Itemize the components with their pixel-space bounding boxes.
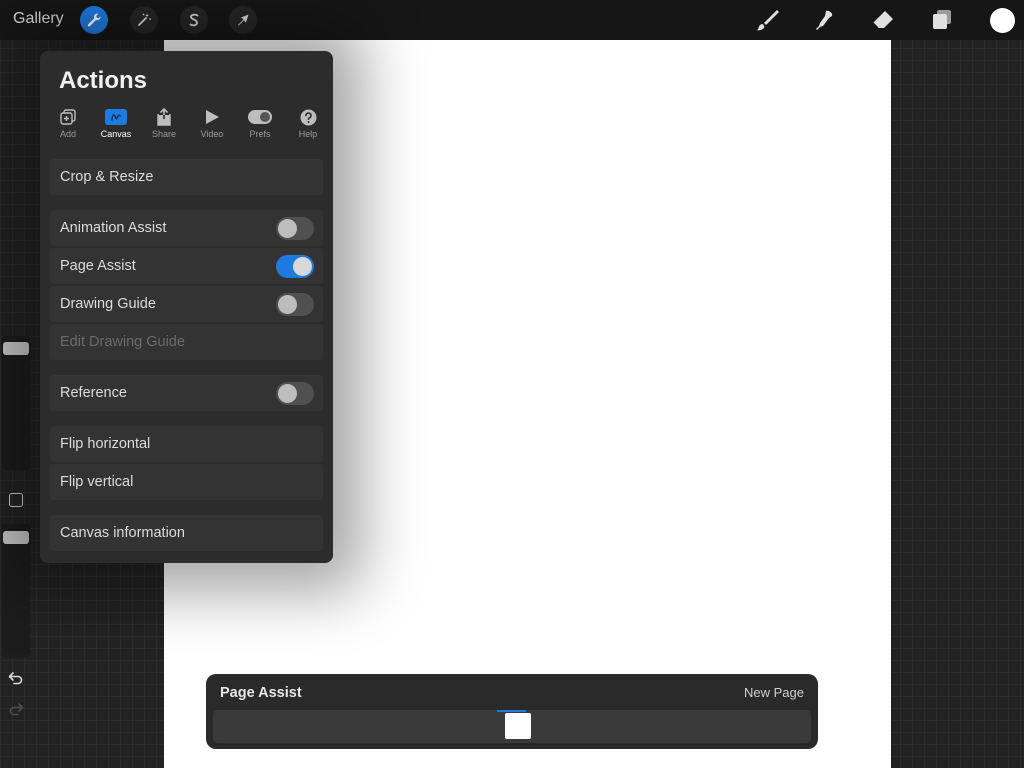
arrow-cursor-icon [238, 14, 249, 26]
redo-button[interactable] [6, 700, 26, 718]
smudge-icon [816, 10, 833, 30]
tab-help[interactable]: Help [288, 107, 328, 143]
reference-row[interactable]: Reference [50, 375, 323, 411]
crop-resize-row[interactable]: Crop & Resize [50, 159, 323, 195]
selection-s-icon [189, 13, 199, 27]
edit-drawing-guide-row: Edit Drawing Guide [50, 324, 323, 360]
opacity-thumb[interactable] [3, 531, 29, 544]
brush-size-slider[interactable] [2, 336, 30, 470]
layers-tool[interactable] [927, 6, 957, 34]
selected-page-indicator [497, 710, 526, 712]
help-icon [300, 109, 316, 125]
brush-size-thumb[interactable] [3, 342, 29, 355]
toggle-icon [248, 110, 272, 124]
eraser-icon [872, 11, 893, 29]
canvas-icon [105, 109, 127, 125]
animation-assist-toggle[interactable] [276, 217, 314, 240]
undo-button[interactable] [6, 669, 26, 687]
wrench-icon [87, 13, 101, 27]
animation-assist-row[interactable]: Animation Assist [50, 210, 323, 246]
left-sidebar [0, 40, 32, 768]
brush-tool[interactable] [752, 6, 782, 34]
selection-button[interactable] [180, 6, 208, 34]
add-icon [60, 109, 76, 125]
share-icon [157, 108, 171, 126]
drawing-guide-toggle[interactable] [276, 293, 314, 316]
actions-button[interactable] [80, 6, 108, 34]
top-toolbar: Gallery [0, 0, 1024, 40]
adjustments-button[interactable] [130, 6, 158, 34]
tab-add[interactable]: Add [48, 107, 88, 143]
redo-icon [9, 703, 24, 716]
page-assist-toggle[interactable] [276, 255, 314, 278]
page-strip[interactable] [213, 710, 811, 743]
procreate-app: Gallery Actions Add Canvas Share Video P… [0, 0, 1024, 768]
canvas-information-row[interactable]: Canvas information [50, 515, 323, 551]
actions-panel: Actions Add Canvas Share Video Prefs Hel… [40, 51, 333, 563]
flip-horizontal-row[interactable]: Flip horizontal [50, 426, 323, 462]
undo-icon [8, 672, 23, 685]
modify-button[interactable] [9, 493, 23, 507]
tab-video[interactable]: Video [192, 107, 232, 143]
drawing-guide-row[interactable]: Drawing Guide [50, 286, 323, 322]
play-icon [206, 110, 219, 124]
page-thumbnail[interactable] [505, 713, 531, 739]
smudge-tool[interactable] [810, 6, 840, 34]
tab-prefs[interactable]: Prefs [240, 107, 280, 143]
panel-title: Actions [59, 67, 148, 94]
actions-tabs: Add Canvas Share Video Prefs Help [48, 107, 328, 143]
color-picker[interactable] [990, 8, 1015, 33]
tab-share[interactable]: Share [144, 107, 184, 143]
reference-toggle[interactable] [276, 382, 314, 405]
magic-wand-icon [138, 13, 151, 26]
gallery-button[interactable]: Gallery [13, 10, 64, 28]
page-assist-row[interactable]: Page Assist [50, 248, 323, 284]
eraser-tool[interactable] [868, 6, 898, 34]
transform-button[interactable] [229, 6, 257, 34]
new-page-button[interactable]: New Page [744, 685, 804, 700]
page-assist-bar: Page Assist New Page [206, 674, 818, 749]
brush-icon [756, 10, 779, 31]
layers-icon [933, 10, 951, 29]
tab-canvas[interactable]: Canvas [96, 107, 136, 143]
page-assist-title: Page Assist [220, 685, 302, 701]
flip-vertical-row[interactable]: Flip vertical [50, 464, 323, 500]
opacity-slider[interactable] [2, 524, 30, 658]
